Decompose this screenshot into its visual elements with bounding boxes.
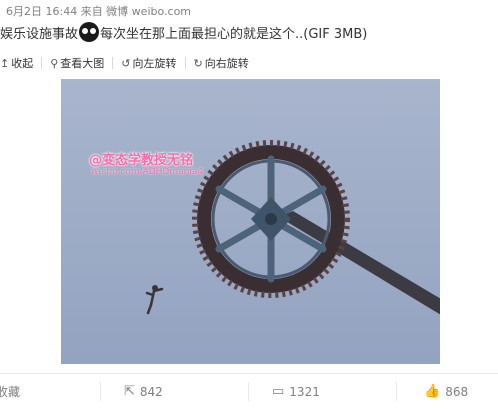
emoji-icon [79, 22, 100, 42]
thumbs-up-icon: 👍 [424, 384, 441, 399]
rotate-left-label: 向左旋转 [132, 57, 177, 70]
media-toolbar: ↥ 收起 ⚲ 查看大图 ↺ 向左旋转 ↻ 向右旋转 [0, 55, 249, 71]
ride-scene [61, 79, 440, 364]
rotate-right-icon: ↻ [193, 56, 203, 70]
rotate-left-button[interactable]: ↺ 向左旋转 [121, 55, 176, 71]
action-separator [248, 382, 249, 401]
forward-button[interactable]: ⇱ 842 [124, 374, 163, 409]
view-large-label: 查看大图 [60, 57, 105, 70]
collapse-label: 收起 [11, 57, 34, 70]
toolbar-divider [41, 57, 43, 69]
toolbar-divider [184, 57, 186, 69]
hub-center [265, 213, 277, 225]
collapse-icon: ↥ [0, 56, 10, 70]
gif-image[interactable]: @变态学教授无铭 weibo.com/ADHDmania4 [61, 79, 440, 364]
action-separator [396, 382, 397, 401]
post-title-text-2: 每次坐在那上面最担心的就是这个..(GIF 3MB) [100, 26, 368, 42]
post-title-text: 娱乐设施事故 [0, 26, 79, 42]
collapse-button[interactable]: ↥ 收起 [0, 55, 33, 71]
view-large-button[interactable]: ⚲ 查看大图 [50, 55, 104, 71]
rotate-left-icon: ↺ [121, 56, 131, 70]
action-bar: 收藏 ⇱ 842 ▭ 1321 👍 868 [0, 374, 498, 409]
comment-button[interactable]: ▭ 1321 [272, 374, 320, 409]
comment-icon: ▭ [272, 384, 285, 399]
like-button[interactable]: 👍 868 [424, 374, 468, 409]
post-title: 娱乐设施事故 每次坐在那上面最担心的就是这个..(GIF 3MB) [0, 22, 367, 42]
toolbar-divider [112, 57, 114, 69]
sky-background [61, 79, 440, 364]
action-separator [100, 382, 101, 401]
watermark-author: @变态学教授无铭 [89, 153, 194, 168]
forward-icon: ⇱ [124, 384, 135, 399]
favorite-label: 收藏 [0, 385, 21, 399]
magnifier-icon: ⚲ [50, 56, 59, 70]
rotate-right-label: 向右旋转 [204, 57, 249, 70]
post-meta: 6月2日 16:44 来自 微博 weibo.com [6, 5, 192, 18]
watermark-url: weibo.com/ADHDmania4 [91, 167, 204, 177]
forward-count: 842 [139, 384, 163, 399]
like-count: 868 [445, 384, 469, 399]
falling-person-head [152, 285, 158, 291]
comment-count: 1321 [289, 384, 320, 399]
favorite-button[interactable]: 收藏 [0, 374, 20, 409]
rotate-right-button[interactable]: ↻ 向右旋转 [194, 55, 249, 71]
